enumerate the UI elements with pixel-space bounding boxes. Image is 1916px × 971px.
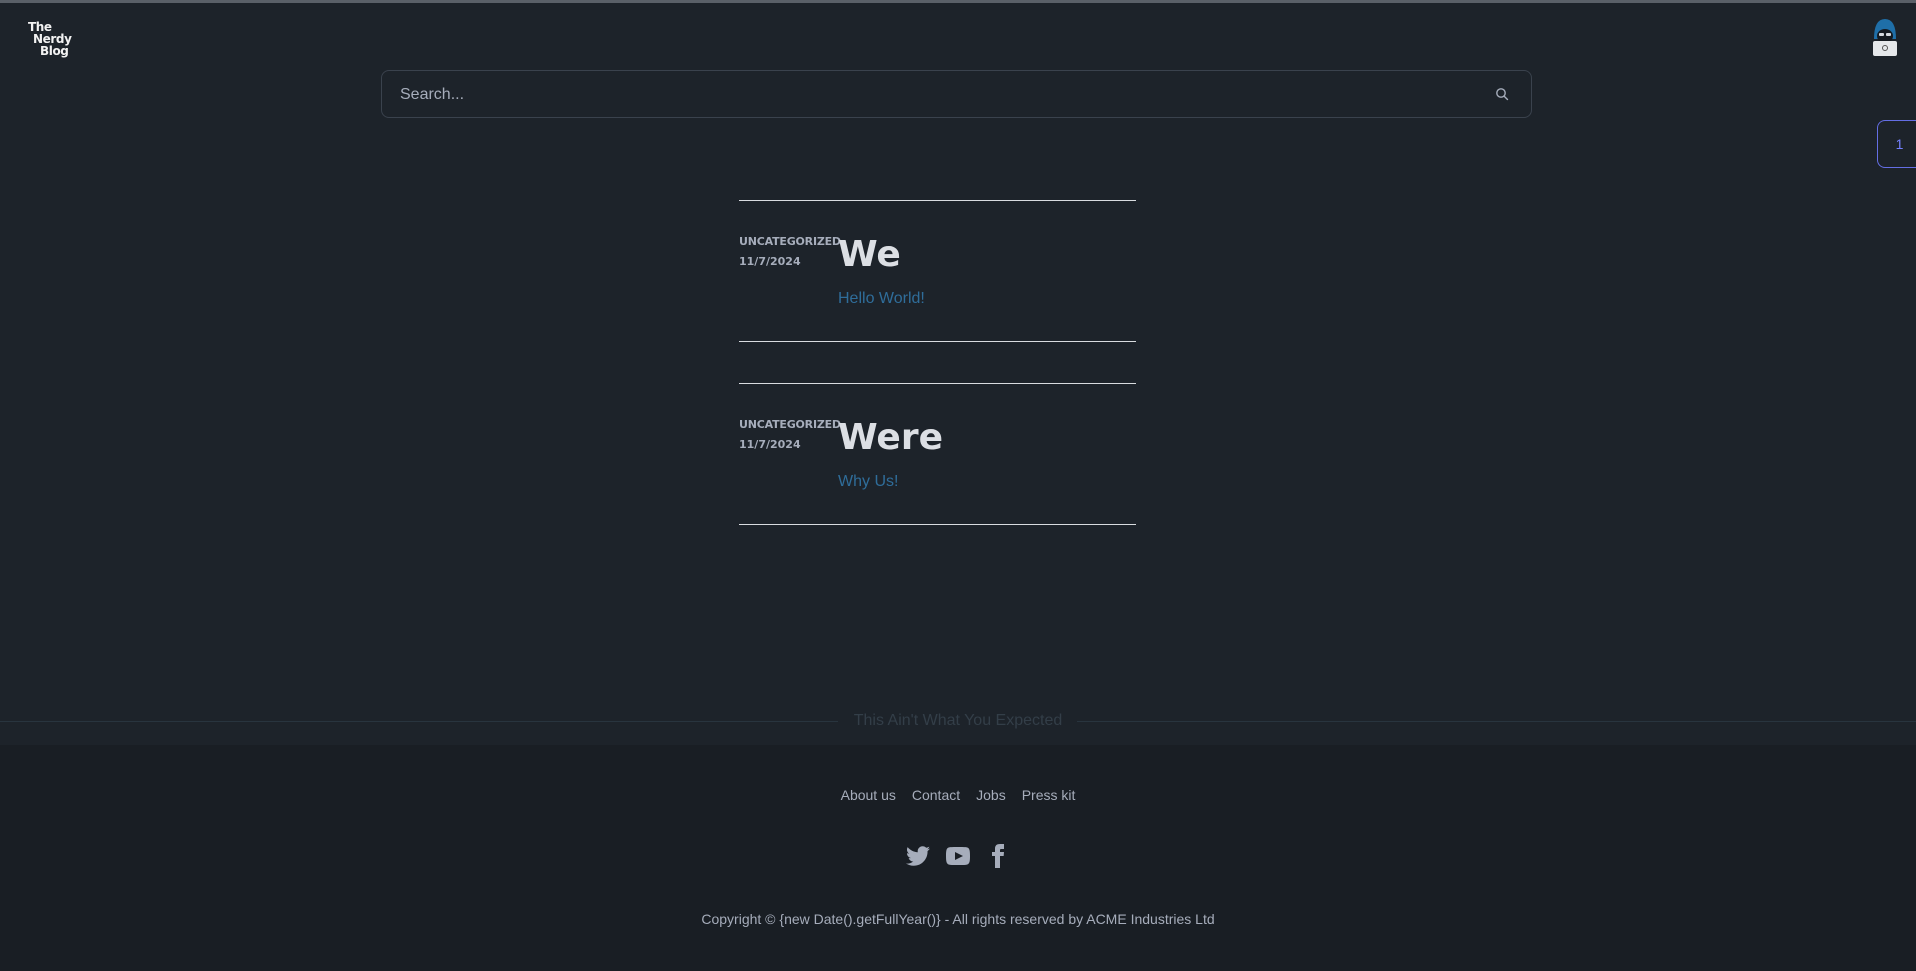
footer-link-contact[interactable]: Contact <box>912 787 960 803</box>
social-links <box>0 844 1916 868</box>
page-button[interactable]: 1 <box>1877 120 1916 168</box>
post-category: UNCATEGORIZED <box>739 235 841 248</box>
facebook-icon[interactable] <box>986 844 1010 868</box>
youtube-icon[interactable] <box>946 844 970 868</box>
footer-link-about[interactable]: About us <box>841 787 896 803</box>
footer-link-press-kit[interactable]: Press kit <box>1022 787 1076 803</box>
post-card: UNCATEGORIZED 11/7/2024 Were Why Us! <box>739 383 1136 525</box>
post-link[interactable]: Why Us! <box>838 473 898 491</box>
site-footer: About us Contact Jobs Press kit Copyrigh… <box>0 745 1916 971</box>
post-title: Were <box>838 417 944 458</box>
post-link[interactable]: Hello World! <box>838 290 925 308</box>
logo-line-3: Blog <box>40 44 69 58</box>
divider-text: This Ain't What You Expected <box>853 712 1063 729</box>
post-title: We <box>838 234 901 275</box>
post-bottom-rule <box>739 341 1136 342</box>
post-date: 11/7/2024 <box>739 438 801 451</box>
hacker-avatar-icon <box>1873 19 1897 56</box>
post-date: 11/7/2024 <box>739 255 801 268</box>
post-card: UNCATEGORIZED 11/7/2024 We Hello World! <box>739 200 1136 342</box>
site-logo[interactable]: The Nerdy Blog <box>28 21 72 58</box>
copyright-text: Copyright © {new Date().getFullYear()} -… <box>701 911 1215 927</box>
footer-link-jobs[interactable]: Jobs <box>976 787 1006 803</box>
search-icon[interactable] <box>1495 87 1509 101</box>
post-bottom-rule <box>739 524 1136 525</box>
twitter-icon[interactable] <box>906 844 930 868</box>
user-avatar[interactable] <box>1870 17 1900 57</box>
footer-nav: About us Contact Jobs Press kit <box>0 787 1916 803</box>
search-input[interactable] <box>398 71 1482 119</box>
section-divider: This Ain't What You Expected <box>0 712 1916 745</box>
post-category: UNCATEGORIZED <box>739 418 841 431</box>
search-bar <box>381 70 1532 119</box>
